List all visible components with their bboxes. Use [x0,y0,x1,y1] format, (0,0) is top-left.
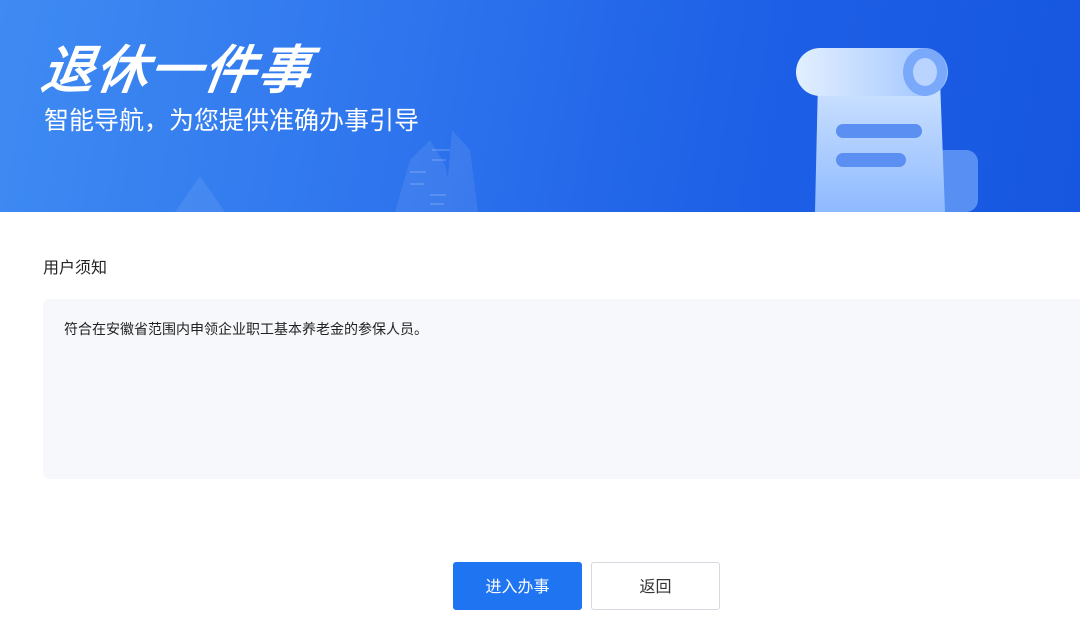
enter-service-button[interactable]: 进入办事 [453,562,582,610]
notice-content-text: 符合在安徽省范围内申领企业职工基本养老金的参保人员。 [64,322,428,338]
notice-content-box: 符合在安徽省范围内申领企业职工基本养老金的参保人员。 [43,299,1080,479]
back-button[interactable]: 返回 [591,562,720,610]
header-banner: 退休一件事 智能导航，为您提供准确办事引导 [0,0,1080,212]
notice-label: 用户须知 [43,258,108,277]
scroll-document-icon [796,48,978,212]
